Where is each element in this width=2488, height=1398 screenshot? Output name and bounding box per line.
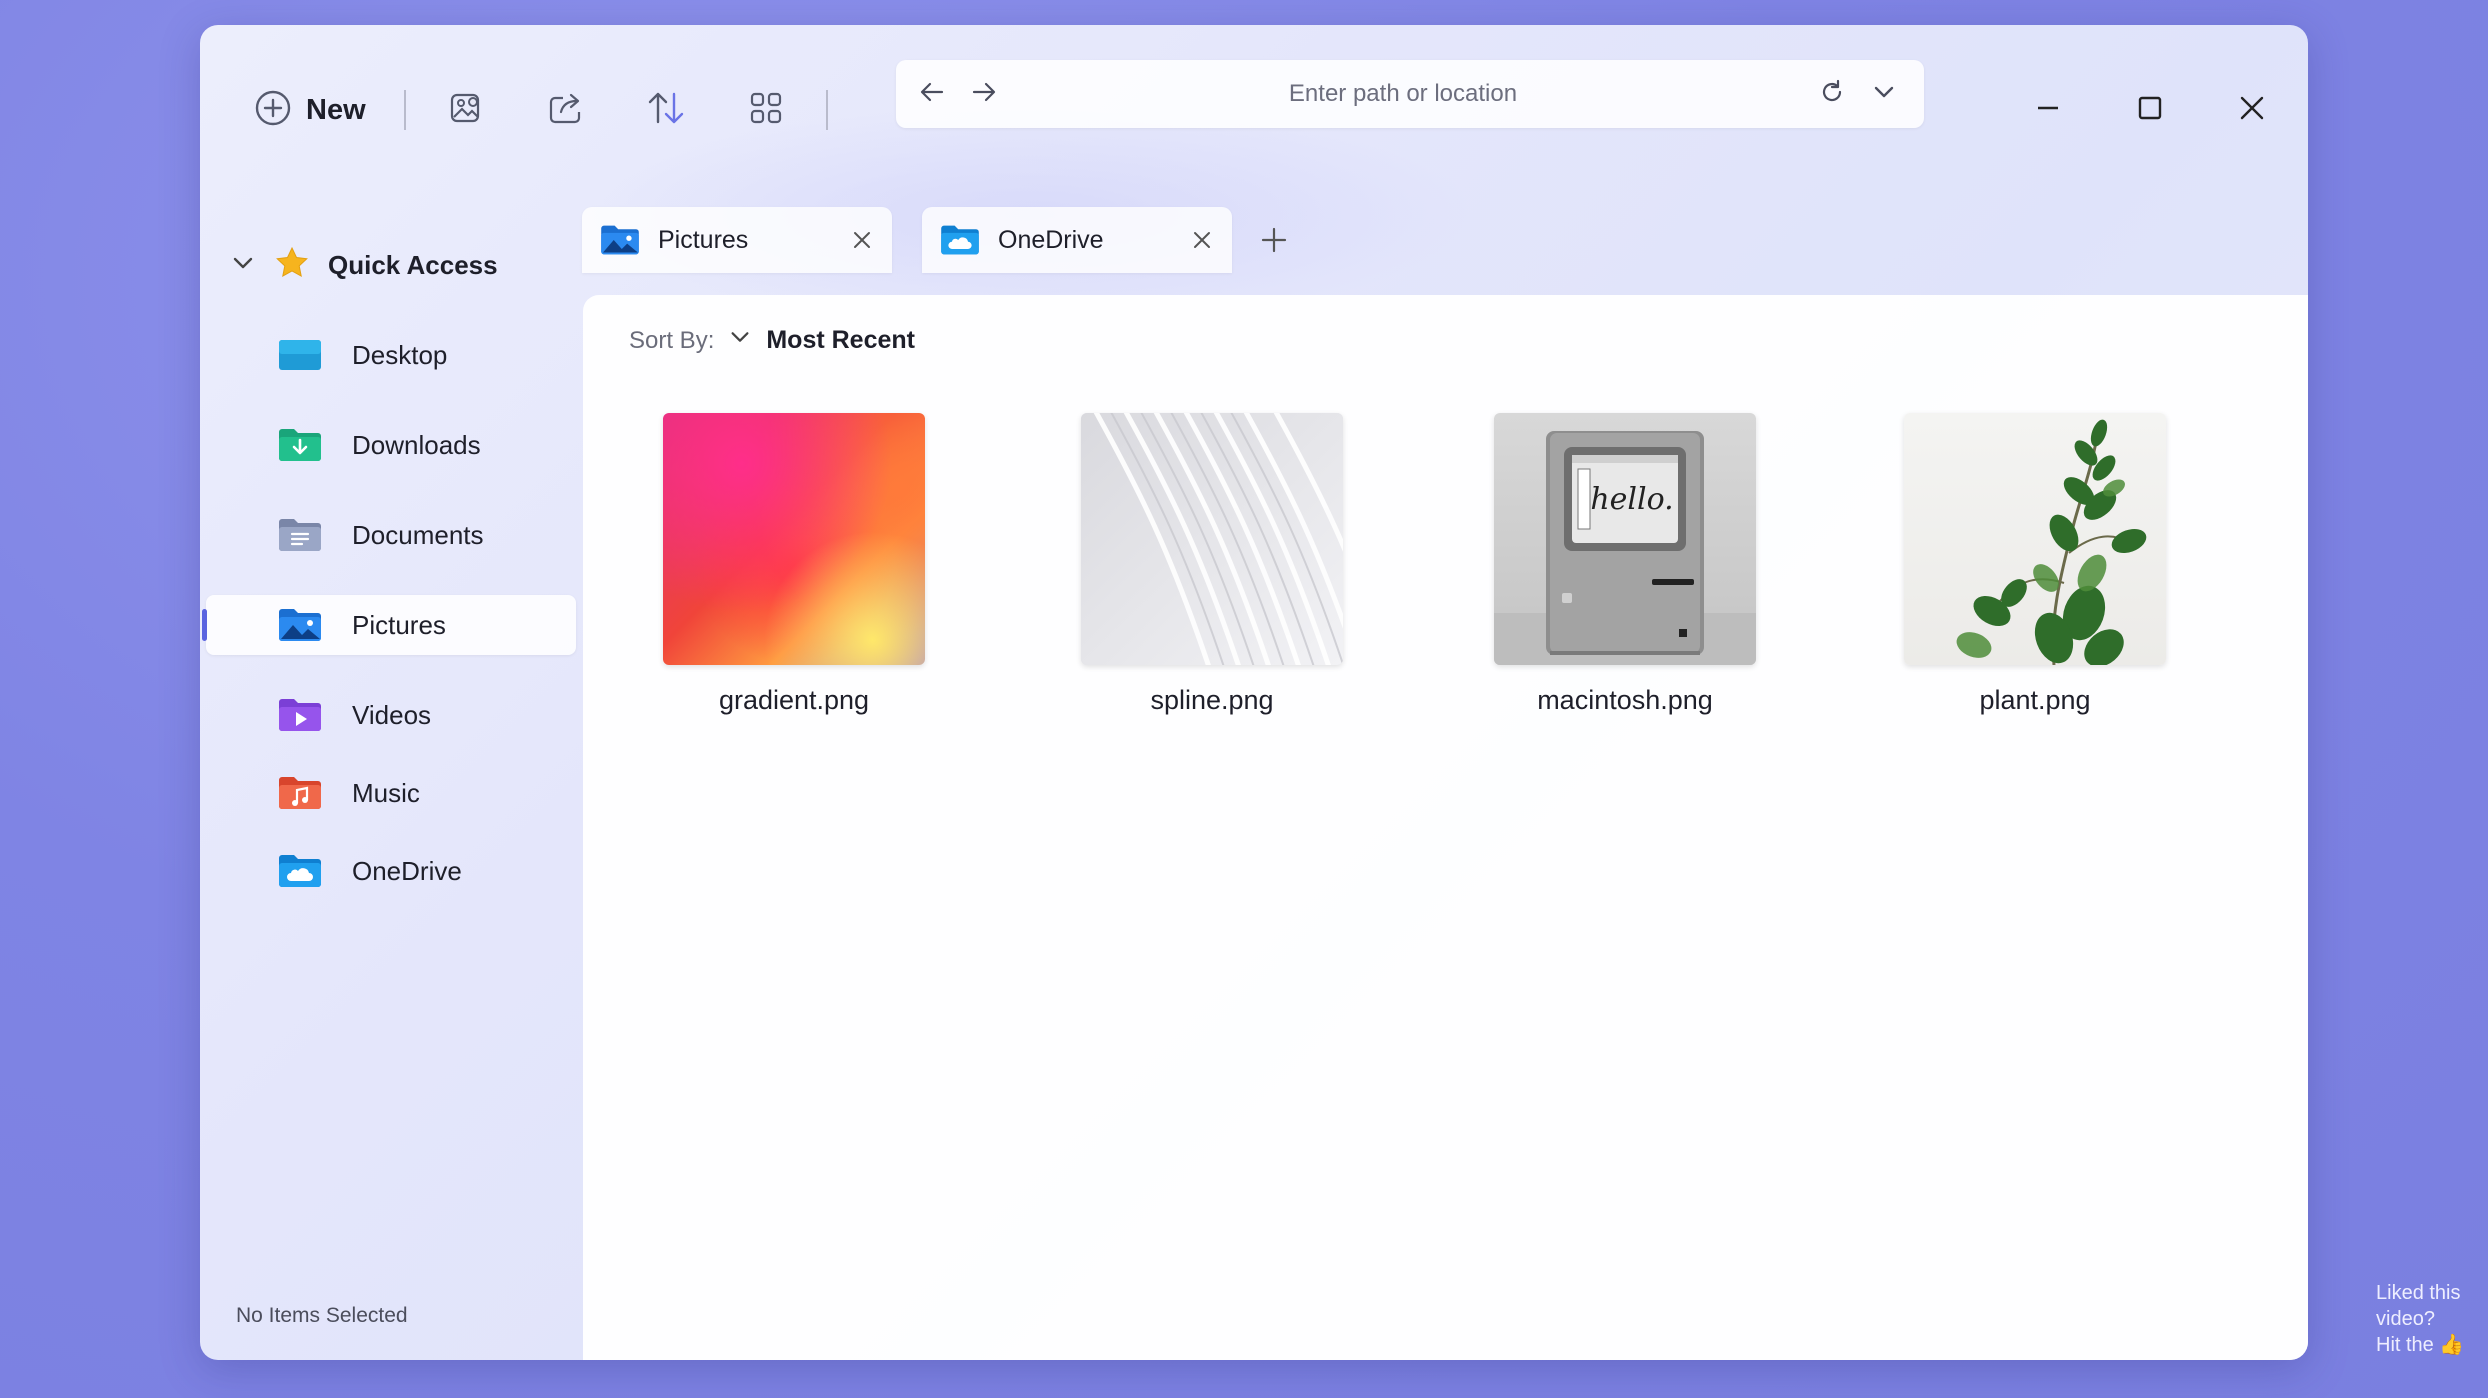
plus-circle-icon	[254, 89, 292, 132]
new-tab-button[interactable]	[1252, 220, 1296, 264]
music-folder-icon	[278, 774, 322, 812]
file-name: gradient.png	[718, 685, 870, 715]
sidebar-item-downloads[interactable]: Downloads	[206, 415, 576, 475]
image-thumbnail	[663, 413, 925, 665]
close-tab-button[interactable]	[842, 220, 882, 260]
close-icon	[854, 232, 870, 248]
mac-screen-text: hello.	[1590, 482, 1673, 517]
sidebar-item-label: Documents	[352, 519, 484, 550]
chevron-down-icon	[230, 250, 256, 281]
sidebar-item-music[interactable]: Music	[206, 763, 576, 823]
sort-dropdown[interactable]: Most Recent	[728, 325, 915, 356]
chevron-down-icon	[1871, 79, 1897, 110]
overlay-line: video?	[2376, 1308, 2435, 1330]
image-thumbnail	[1081, 413, 1343, 665]
arrow-left-icon	[918, 78, 946, 111]
sidebar-item-documents[interactable]: Documents	[206, 505, 576, 565]
file-item-spline[interactable]: spline.png	[1077, 413, 1347, 716]
file-name: spline.png	[1150, 685, 1274, 715]
maximize-icon	[2136, 94, 2164, 127]
sort-value: Most Recent	[766, 326, 915, 354]
sort-label: Sort By:	[629, 326, 715, 354]
grid-view-button[interactable]	[736, 80, 796, 140]
grid-view-icon	[748, 90, 784, 131]
pictures-folder-icon	[278, 606, 322, 644]
path-input[interactable]	[1010, 79, 1796, 109]
minimize-button[interactable]	[2018, 80, 2078, 140]
toolbar-divider	[403, 90, 406, 130]
sidebar-item-label: OneDrive	[352, 855, 462, 886]
pictures-folder-icon	[600, 223, 640, 257]
sidebar-item-onedrive[interactable]: OneDrive	[206, 841, 576, 901]
sort-button[interactable]	[636, 80, 696, 140]
sidebar-item-pictures[interactable]: Pictures	[202, 595, 576, 655]
toolbar-divider	[825, 90, 828, 130]
quick-access-header[interactable]: Quick Access	[230, 235, 498, 295]
close-icon	[2237, 93, 2267, 128]
file-item-plant[interactable]: plant.png	[1900, 413, 2170, 716]
refresh-button[interactable]	[1806, 68, 1858, 120]
share-button[interactable]	[536, 80, 596, 140]
tab-onedrive[interactable]: OneDrive	[922, 207, 1232, 273]
desktop-folder-icon	[278, 336, 322, 374]
star-icon	[274, 245, 310, 286]
forward-button[interactable]	[958, 68, 1010, 120]
back-button[interactable]	[906, 68, 958, 120]
image-edit-button[interactable]	[436, 80, 496, 140]
file-explorer-window: New Enter path or location Quick Access …	[200, 25, 2308, 1360]
file-item-macintosh[interactable]: hello. macintosh.png	[1490, 413, 1760, 716]
sidebar-item-label: Music	[352, 777, 420, 808]
videos-folder-icon	[278, 696, 322, 734]
file-item-gradient[interactable]: gradient.png	[659, 413, 929, 716]
onedrive-folder-icon	[940, 223, 980, 257]
quick-access-label: Quick Access	[328, 249, 498, 280]
image-thumbnail: hello.	[1494, 413, 1756, 665]
overlay-line-text: Hit the	[2376, 1334, 2434, 1356]
image-thumbnail	[1904, 413, 2166, 665]
address-bar	[896, 60, 1924, 128]
image-edit-icon	[448, 90, 484, 131]
file-name: macintosh.png	[1537, 685, 1713, 715]
onedrive-folder-icon	[278, 852, 322, 890]
minimize-icon	[2034, 94, 2062, 127]
tab-label: Pictures	[658, 225, 749, 254]
downloads-folder-icon	[278, 426, 322, 464]
file-list-pane: Sort By: Most Recent gradient.png spline…	[583, 295, 2308, 1360]
selection-status: No Items Selected	[236, 1304, 408, 1327]
thumbs-up-icon: 👍	[2439, 1334, 2465, 1356]
maximize-button[interactable]	[2120, 80, 2180, 140]
sidebar-item-label: Desktop	[352, 339, 448, 370]
overlay-line: Hit the 👍	[2376, 1332, 2464, 1358]
overlay-line: Liked this	[2376, 1282, 2461, 1304]
close-window-button[interactable]	[2222, 80, 2282, 140]
history-dropdown-button[interactable]	[1858, 68, 1910, 120]
sidebar-item-label: Videos	[352, 699, 432, 730]
sidebar-item-label: Downloads	[352, 429, 481, 460]
close-tab-button[interactable]	[1182, 220, 1222, 260]
new-button-label: New	[306, 93, 366, 126]
sort-icon	[644, 88, 688, 133]
chevron-down-icon	[728, 325, 752, 356]
sidebar-item-desktop[interactable]: Desktop	[206, 325, 576, 385]
new-button[interactable]: New	[246, 80, 374, 140]
close-icon	[1194, 232, 1210, 248]
video-overlay-text: Liked this video? Hit the 👍	[2376, 1280, 2464, 1358]
documents-folder-icon	[278, 516, 322, 554]
file-name: plant.png	[1979, 685, 2091, 715]
share-icon	[547, 90, 585, 131]
toolbar: New	[246, 65, 858, 155]
plus-icon	[1260, 226, 1288, 259]
tab-pictures[interactable]: Pictures	[582, 207, 892, 273]
sidebar-item-label: Pictures	[352, 609, 446, 640]
refresh-icon	[1818, 78, 1846, 111]
sort-bar: Sort By: Most Recent	[629, 325, 915, 356]
arrow-right-icon	[970, 78, 998, 111]
tab-label: OneDrive	[998, 225, 1104, 254]
sidebar-item-videos[interactable]: Videos	[206, 685, 576, 745]
